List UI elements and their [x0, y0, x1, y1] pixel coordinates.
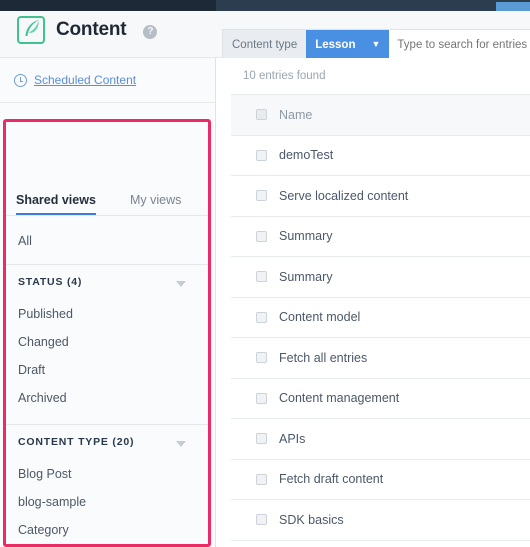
table-header-row: Name	[231, 95, 530, 136]
sidebar-item-all-label: All	[18, 234, 32, 248]
sidebar-divider	[0, 102, 216, 103]
scheduled-content-label: Scheduled Content	[34, 73, 137, 87]
help-icon[interactable]: ?	[143, 24, 158, 39]
sidebar-item-draft-label: Draft	[18, 363, 46, 377]
sidebar-item-changed[interactable]: Changed	[0, 331, 208, 359]
entries-count-label: 10 entries found	[243, 70, 326, 82]
row-label: Fetch all entries	[279, 350, 368, 365]
sidebar-item-blog-sample[interactable]: blog-sample	[0, 491, 208, 519]
table-row[interactable]: Content management	[231, 378, 530, 419]
entry-search-bar[interactable]: Content type Lesson ▼	[222, 29, 530, 60]
row-checkbox[interactable]	[256, 473, 267, 485]
sidebar-item-category-label: Category	[18, 523, 69, 537]
app-header: Content ? Content type Lesson ▼	[0, 11, 530, 60]
table-row[interactable]: SDK basics	[231, 500, 530, 541]
tab-shared-views[interactable]: Shared views	[16, 193, 96, 216]
row-checkbox[interactable]	[256, 149, 267, 161]
chrome-strip-accent	[496, 2, 530, 11]
table-row[interactable]: Fetch all entries	[231, 338, 530, 379]
scheduled-content-link[interactable]: Scheduled Content	[14, 73, 136, 87]
entries-table: Name demoTest Serve localized content Su…	[231, 94, 530, 541]
chrome-strip-left	[0, 0, 216, 11]
tab-shared-views-label: Shared views	[16, 193, 96, 207]
sidebar-item-archived-label: Archived	[18, 391, 67, 405]
table-row[interactable]: demoTest	[231, 135, 530, 176]
content-type-select[interactable]: Lesson ▼	[306, 30, 390, 59]
table-row[interactable]: APIs	[231, 419, 530, 460]
row-checkbox[interactable]	[256, 271, 267, 283]
sidebar-item-published-label: Published	[18, 307, 73, 321]
sidebar-item-published[interactable]: Published	[0, 303, 208, 331]
table-row[interactable]: Content model	[231, 297, 530, 338]
table-row[interactable]: Summary	[231, 257, 530, 298]
row-label: SDK basics	[279, 512, 344, 527]
tab-my-views-label: My views	[130, 193, 182, 207]
tabs-divider	[6, 215, 208, 216]
page-title: Content	[56, 19, 127, 40]
sidebar-group-status-title: STATUS (4)	[18, 276, 83, 288]
content-manager-app: Content ? Content type Lesson ▼ Schedule…	[0, 0, 530, 547]
views-tablist: Shared views My views	[0, 180, 208, 216]
sidebar-item-draft[interactable]: Draft	[0, 359, 208, 387]
row-checkbox[interactable]	[256, 514, 267, 526]
sidebar-group-content-type: CONTENT TYPE (20) Blog Post blog-sample …	[0, 425, 208, 547]
row-checkbox[interactable]	[256, 311, 267, 323]
sidebar-item-changed-label: Changed	[18, 335, 69, 349]
sidebar-item-all[interactable]: All	[0, 226, 208, 264]
sidebar-item-blog-post[interactable]: Blog Post	[0, 463, 208, 491]
column-header-name: Name	[279, 107, 313, 122]
brand: Content ?	[17, 16, 158, 44]
sidebar: Scheduled Content Shared views My views …	[0, 58, 216, 547]
table-row[interactable]: Serve localized content	[231, 176, 530, 217]
sidebar-item-blog-post-label: Blog Post	[18, 467, 72, 481]
sidebar-group-content-type-header[interactable]: CONTENT TYPE (20)	[0, 425, 208, 463]
row-label: demoTest	[279, 148, 334, 163]
sidebar-item-category[interactable]: Category	[0, 519, 208, 547]
browser-chrome-strip	[0, 0, 530, 11]
row-checkbox[interactable]	[256, 352, 267, 364]
table-row[interactable]: Fetch draft content	[231, 459, 530, 500]
caret-down-icon[interactable]	[176, 281, 186, 287]
search-input[interactable]	[389, 30, 530, 59]
chevron-down-icon: ▼	[371, 39, 381, 49]
row-label: APIs	[279, 431, 306, 446]
sidebar-group-status: STATUS (4) Published Changed Draft Archi…	[0, 265, 208, 415]
sidebar-item-blog-sample-label: blog-sample	[18, 495, 87, 509]
clock-icon	[14, 73, 27, 87]
row-checkbox[interactable]	[256, 392, 267, 404]
row-checkbox[interactable]	[256, 230, 267, 242]
caret-down-icon-2[interactable]	[176, 441, 186, 447]
row-label: Content management	[279, 391, 400, 406]
row-label: Summary	[279, 229, 333, 244]
tab-my-views[interactable]: My views	[130, 193, 181, 216]
content-type-selected-value: Lesson	[315, 38, 356, 51]
feather-square-icon	[17, 16, 45, 44]
row-label: Summary	[279, 269, 333, 284]
row-checkbox[interactable]	[256, 190, 267, 202]
row-label: Fetch draft content	[279, 472, 384, 487]
sidebar-item-archived[interactable]: Archived	[0, 387, 208, 415]
row-label: Serve localized content	[279, 188, 409, 203]
table-row[interactable]: Summary	[231, 216, 530, 257]
row-label: Content model	[279, 310, 361, 325]
sidebar-group-status-header[interactable]: STATUS (4)	[0, 265, 208, 303]
entries-panel: 10 entries found Name demoTest Serve loc…	[217, 58, 530, 547]
select-all-checkbox[interactable]	[256, 109, 267, 121]
content-type-label: Content type	[223, 30, 307, 59]
row-checkbox[interactable]	[256, 433, 267, 445]
sidebar-group-content-type-title: CONTENT TYPE (20)	[18, 436, 135, 448]
